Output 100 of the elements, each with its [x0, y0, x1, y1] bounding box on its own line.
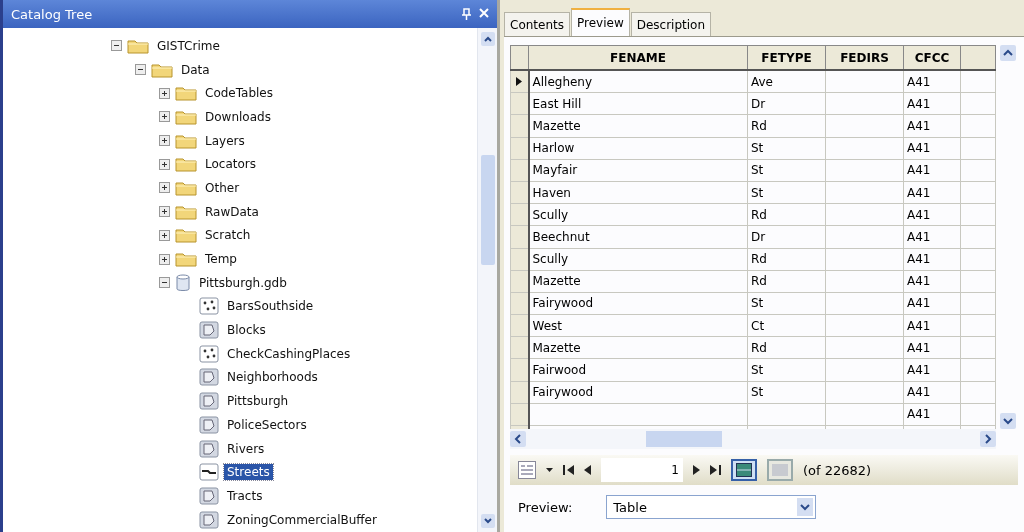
- record-count: (of 22682): [803, 462, 872, 478]
- tree-item[interactable]: Temp: [202, 251, 240, 268]
- first-record-button[interactable]: [563, 465, 574, 475]
- panel-title: Catalog Tree: [11, 6, 94, 22]
- pin-icon[interactable]: [462, 8, 471, 20]
- scroll-right-icon[interactable]: [980, 431, 996, 447]
- scroll-down-icon[interactable]: [480, 514, 495, 528]
- tree-item[interactable]: Other: [202, 179, 243, 196]
- table-cell: A41: [907, 118, 931, 133]
- scroll-down-icon[interactable]: [1000, 413, 1016, 429]
- folder-icon: [151, 61, 173, 78]
- next-record-button[interactable]: [693, 465, 700, 475]
- next-icon: [693, 465, 700, 475]
- scroll-left-icon[interactable]: [510, 431, 526, 447]
- column-header[interactable]: CFCC: [903, 45, 961, 70]
- row-selector[interactable]: [510, 403, 529, 426]
- selection-view-icon: [772, 464, 788, 476]
- table-cell: Beechnut: [532, 229, 590, 244]
- expand-icon[interactable]: [159, 87, 170, 99]
- tree-item[interactable]: ZoningCommercialBuffer: [224, 511, 380, 528]
- expand-icon[interactable]: [159, 158, 170, 170]
- horizontal-scrollbar[interactable]: [510, 429, 996, 449]
- tree-item[interactable]: Pittsburgh: [224, 393, 292, 410]
- tree-item[interactable]: Tracts: [224, 487, 266, 504]
- tree-item[interactable]: Locators: [202, 156, 259, 173]
- row-selector[interactable]: [510, 225, 529, 248]
- tab[interactable]: Preview: [571, 8, 630, 36]
- folder-icon: [175, 108, 197, 125]
- polygon-layer-icon: [199, 486, 219, 505]
- scroll-thumb[interactable]: [646, 431, 722, 447]
- scroll-up-icon[interactable]: [480, 32, 495, 46]
- expand-icon[interactable]: [159, 135, 170, 147]
- table-cell: Rd: [751, 118, 767, 133]
- tree-item[interactable]: PoliceSectors: [224, 416, 310, 433]
- collapse-icon[interactable]: [111, 40, 122, 52]
- tree-item[interactable]: Blocks: [224, 322, 269, 339]
- table-cell: Mazette: [532, 340, 581, 355]
- close-icon[interactable]: [479, 8, 489, 18]
- collapse-icon[interactable]: [135, 64, 146, 76]
- tree-item[interactable]: Rivers: [224, 440, 268, 457]
- tree-item[interactable]: Neighborhoods: [224, 369, 321, 386]
- line-layer-icon: [199, 463, 219, 482]
- expand-icon[interactable]: [159, 111, 170, 123]
- folder-icon: [175, 132, 197, 149]
- tree-item[interactable]: CheckCashingPlaces: [224, 345, 354, 362]
- expand-icon[interactable]: [159, 206, 170, 218]
- row-selector[interactable]: [510, 137, 529, 160]
- row-selector[interactable]: [510, 70, 529, 93]
- table-cell: Rd: [751, 207, 767, 222]
- collapse-icon[interactable]: [159, 277, 170, 289]
- row-selector[interactable]: [510, 314, 529, 337]
- tree-item[interactable]: CodeTables: [202, 85, 276, 102]
- expand-icon[interactable]: [159, 253, 170, 265]
- tab[interactable]: Contents: [504, 12, 570, 36]
- tree-item[interactable]: Streets: [224, 464, 273, 481]
- tree-item[interactable]: BarsSouthside: [224, 298, 317, 315]
- table-cell: A41: [907, 185, 931, 200]
- expand-icon[interactable]: [159, 229, 170, 241]
- row-selector[interactable]: [510, 159, 529, 182]
- row-selector[interactable]: [510, 292, 529, 315]
- previous-record-button[interactable]: [584, 465, 591, 475]
- scroll-thumb[interactable]: [480, 155, 495, 265]
- table-cell: A41: [907, 296, 931, 311]
- table-cell: St: [751, 296, 764, 311]
- preview-dropdown[interactable]: Table: [606, 495, 817, 519]
- tree-item[interactable]: Downloads: [202, 108, 274, 125]
- row-selector[interactable]: [510, 92, 529, 115]
- scrollbar[interactable]: [477, 28, 497, 532]
- tree-item[interactable]: Scratch: [202, 227, 254, 244]
- table-options-icon[interactable]: [518, 461, 536, 479]
- column-header[interactable]: FENAME: [528, 45, 748, 70]
- table-cell: A41: [907, 318, 931, 333]
- record-field[interactable]: 1: [601, 458, 683, 482]
- row-selector[interactable]: [510, 336, 529, 359]
- scroll-up-icon[interactable]: [1000, 45, 1016, 61]
- tree-item[interactable]: RawData: [202, 203, 262, 220]
- row-selector[interactable]: [510, 270, 529, 293]
- row-selector[interactable]: [510, 381, 529, 404]
- table-cell: A41: [907, 74, 931, 89]
- tree-item[interactable]: GISTCrime: [154, 37, 223, 54]
- last-record-button[interactable]: [710, 465, 721, 475]
- column-header[interactable]: FEDIRS: [825, 45, 904, 70]
- tree-item[interactable]: Pittsburgh.gdb: [196, 274, 290, 291]
- tree-item[interactable]: Layers: [202, 132, 248, 149]
- table-cell: St: [751, 163, 764, 178]
- tab[interactable]: Description: [630, 12, 712, 36]
- row-selector[interactable]: [510, 181, 529, 204]
- show-all-records-button[interactable]: [731, 459, 757, 481]
- row-selector[interactable]: [510, 248, 529, 271]
- expand-icon[interactable]: [159, 182, 170, 194]
- caret-icon[interactable]: [546, 468, 553, 472]
- table-cell: St: [751, 363, 764, 378]
- table-cell: Dr: [751, 229, 766, 244]
- column-header[interactable]: FETYPE: [747, 45, 826, 70]
- tree-item[interactable]: Data: [178, 61, 213, 78]
- polygon-layer-icon: [199, 415, 219, 434]
- table-cell: A41: [907, 274, 931, 289]
- row-selector[interactable]: [510, 203, 529, 226]
- row-selector[interactable]: [510, 358, 529, 382]
- row-selector[interactable]: [510, 114, 529, 138]
